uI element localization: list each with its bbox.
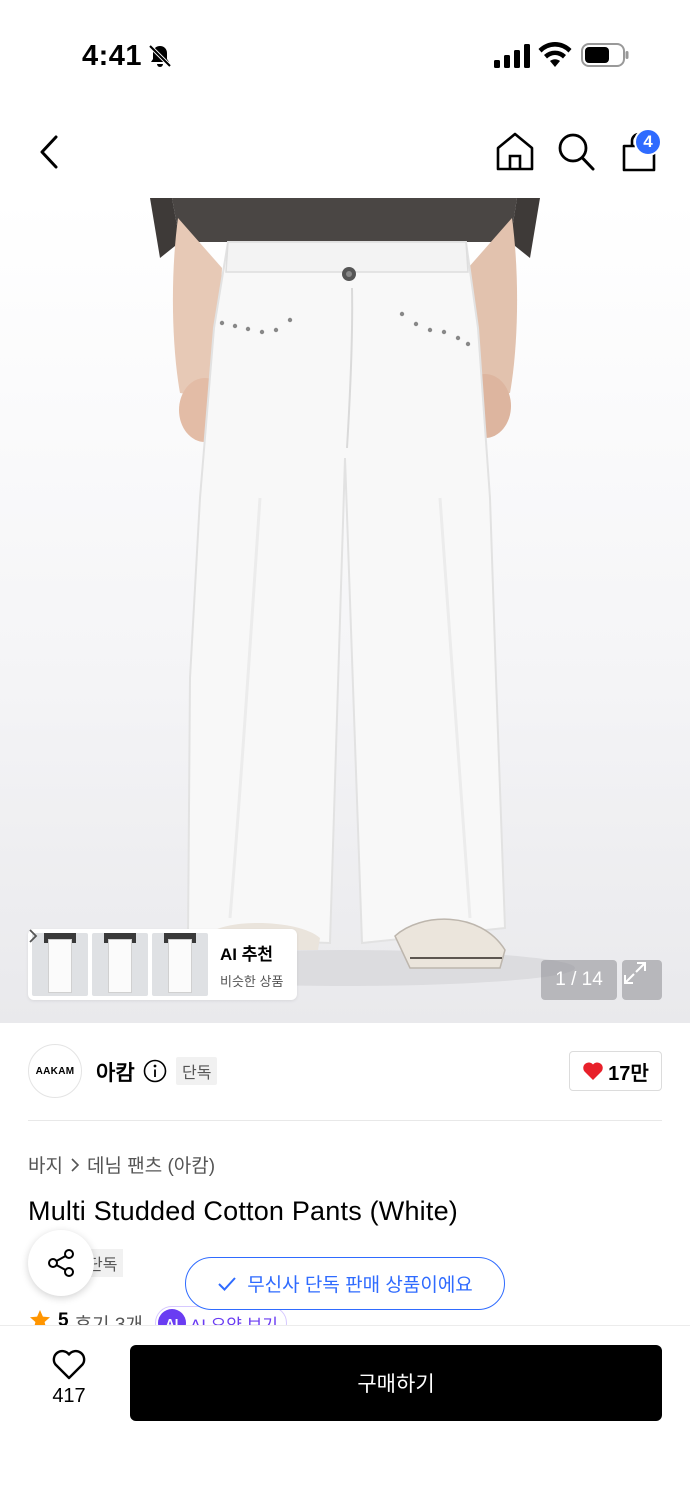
- breadcrumb-category[interactable]: 바지: [28, 1151, 63, 1178]
- cellular-signal-icon: [494, 44, 530, 68]
- ai-recommend-subtitle: 비슷한 상품: [220, 973, 284, 989]
- star-icon: [30, 1310, 50, 1326]
- recommend-thumbnail[interactable]: [92, 933, 148, 996]
- info-icon[interactable]: [143, 1059, 167, 1083]
- share-icon: [48, 1249, 74, 1277]
- product-photo: [115, 198, 575, 986]
- wifi-icon: [538, 42, 572, 67]
- expand-icon: [624, 962, 646, 984]
- battery-icon: [581, 43, 629, 67]
- recommend-thumbnail[interactable]: [32, 933, 88, 996]
- ai-recommend-title-label: AI 추천: [220, 944, 274, 964]
- ai-recommend-card[interactable]: AI 추천 비슷한 상품: [28, 929, 297, 1000]
- share-button[interactable]: [28, 1230, 94, 1296]
- brand-like-button[interactable]: 17만: [569, 1051, 662, 1091]
- wishlist-count: 417: [52, 1385, 86, 1407]
- bell-off-icon: [148, 44, 172, 68]
- status-time: 4:41: [82, 40, 143, 72]
- image-counter: 1 / 14: [541, 960, 617, 1000]
- heart-outline-icon: [52, 1349, 86, 1380]
- expand-image-button[interactable]: [622, 960, 662, 1000]
- breadcrumb: 바지 데님 팬츠 (아캄): [28, 1151, 215, 1178]
- ai-badge: AI: [157, 1309, 186, 1326]
- heart-filled-icon: [583, 1062, 603, 1080]
- product-title: Multi Studded Cotton Pants (White): [28, 1196, 458, 1226]
- exclusive-tag: 단독: [176, 1057, 218, 1085]
- buy-button[interactable]: 구매하기: [130, 1345, 662, 1421]
- cart-count-badge: 4: [634, 128, 662, 156]
- product-image-gallery[interactable]: AI 추천 비슷한 상품 1 / 14: [0, 198, 690, 1023]
- chevron-right-icon: [71, 1157, 80, 1172]
- toast-text: 무신사 단독 판매 상품이에요: [247, 1275, 473, 1296]
- back-icon[interactable]: [30, 128, 70, 176]
- status-bar: 4:41: [0, 0, 690, 110]
- wishlist-button[interactable]: 417: [40, 1349, 98, 1415]
- brand-name[interactable]: 아캄: [96, 1057, 135, 1087]
- check-icon: [218, 1276, 236, 1291]
- ai-recommend-title: AI 추천: [29, 929, 283, 965]
- home-icon[interactable]: [494, 130, 536, 172]
- review-count-link[interactable]: 후기 3개: [75, 1310, 143, 1326]
- search-icon[interactable]: [556, 130, 596, 172]
- brand-like-count: 17만: [608, 1062, 649, 1085]
- ai-summary-label: AI 요약 보기: [189, 1315, 278, 1327]
- divider: [28, 1120, 662, 1121]
- recommend-thumbnail[interactable]: [152, 933, 208, 996]
- breadcrumb-subcategory[interactable]: 데님 팬츠 (아캄): [87, 1151, 215, 1178]
- exclusive-toast: 무신사 단독 판매 상품이에요: [185, 1257, 505, 1310]
- chevron-right-icon: [29, 929, 38, 943]
- rating-score: 5: [58, 1310, 69, 1326]
- brand-logo[interactable]: AAKAM: [28, 1044, 82, 1098]
- ai-recommend-text: AI 추천 비슷한 상품: [29, 929, 284, 990]
